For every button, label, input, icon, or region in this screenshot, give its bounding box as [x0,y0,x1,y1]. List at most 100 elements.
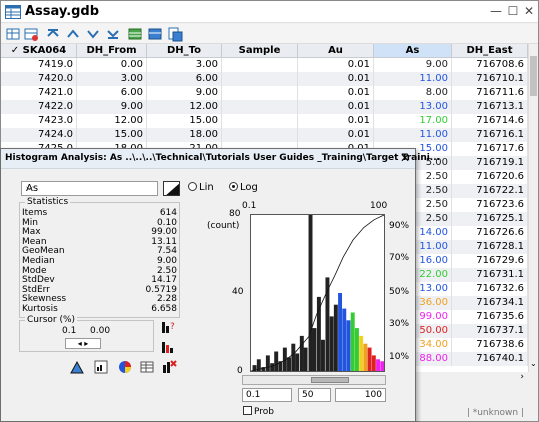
table-cell[interactable]: 6.00 [147,72,222,86]
lin-scale-radio[interactable]: Lin [188,182,214,193]
table-cell[interactable]: 12.00 [147,100,222,114]
channel-select[interactable]: As ⌵ [21,181,158,196]
table-cell[interactable]: 716710.1 [452,72,528,86]
table-cell[interactable]: 716716.1 [452,128,528,142]
column-header-as[interactable]: As [374,44,452,58]
table-row[interactable]: 7422.0 9.00 12.00 0.01 13.00 716713.1 [1,100,528,114]
table-cell[interactable]: 7421.0 [1,86,77,100]
table-cell[interactable] [222,100,298,114]
table-cell[interactable]: 8.00 [374,86,452,100]
export-icon[interactable] [167,26,183,42]
bin-count-input[interactable]: 50 [298,388,331,402]
table-row[interactable]: 7420.0 3.00 6.00 0.01 11.00 716710.1 [1,72,528,86]
cursor-stepper[interactable]: ◂ ▸ [65,338,101,349]
table-row[interactable]: 7419.0 0.00 3.00 0.01 9.00 716708.6 [1,58,528,72]
table-cell[interactable]: 17.00 [374,114,452,128]
table-cell[interactable]: 716734.1 [452,296,528,310]
set-cursor-icon[interactable]: ? [160,319,176,335]
table-cell[interactable]: 12.00 [77,114,147,128]
table-cell[interactable]: 716729.6 [452,254,528,268]
table-cell[interactable]: 716732.6 [452,282,528,296]
table-cell[interactable]: 716737.1 [452,324,528,338]
table-cell[interactable]: 7419.0 [1,58,77,72]
table-cell[interactable]: 0.01 [298,72,374,86]
table-cell[interactable]: 18.00 [147,128,222,142]
table-cell[interactable]: 11.00 [374,72,452,86]
last-record-icon[interactable] [105,26,121,42]
max-value-input[interactable]: 100 [335,388,386,402]
add-line-icon[interactable] [23,26,39,42]
range-slider[interactable] [242,375,386,385]
table-cell[interactable] [222,114,298,128]
table-cell[interactable]: 9.00 [77,100,147,114]
table-cell[interactable]: 7423.0 [1,114,77,128]
table-cell[interactable]: 716723.6 [452,198,528,212]
table-cell[interactable]: 0.01 [298,58,374,72]
stats-table-icon[interactable] [139,359,155,375]
column-header-dh-from[interactable]: DH_From [77,44,147,58]
column-header-au[interactable]: Au [298,44,374,58]
colour-zone-icon[interactable] [69,359,85,375]
table-cell[interactable]: 0.01 [298,128,374,142]
column-header-sample[interactable]: Sample [222,44,298,58]
color-swatch-button[interactable] [163,181,180,196]
clear-histogram-icon[interactable] [161,359,177,375]
table-cell[interactable]: 9.00 [374,58,452,72]
database-properties-icon[interactable] [147,26,163,42]
log-scale-radio[interactable]: Log [229,182,258,193]
table-cell[interactable]: 15.00 [77,128,147,142]
probability-checkbox[interactable]: Prob [243,406,274,417]
channel-list-icon[interactable] [127,26,143,42]
min-value-input[interactable]: 0.1 [242,388,292,402]
table-cell[interactable]: 9.00 [147,86,222,100]
first-record-icon[interactable] [45,26,61,42]
table-cell[interactable] [222,58,298,72]
column-header-dh-to[interactable]: DH_To [147,44,222,58]
table-cell[interactable]: 716711.6 [452,86,528,100]
table-view-icon[interactable] [5,26,21,42]
table-cell[interactable] [222,128,298,142]
table-cell[interactable]: 716720.6 [452,170,528,184]
table-cell[interactable]: 716708.6 [452,58,528,72]
maximize-icon[interactable]: ☐ [505,3,521,19]
table-cell[interactable]: 716740.1 [452,352,528,366]
table-cell[interactable]: 716726.6 [452,226,528,240]
table-cell[interactable] [222,86,298,100]
table-cell[interactable] [222,72,298,86]
cursor-bars-icon[interactable] [160,339,176,355]
minimize-icon[interactable]: — [488,3,504,19]
close-icon[interactable]: ✕ [521,3,537,19]
table-cell[interactable]: 716719.1 [452,156,528,170]
scroll-right-icon[interactable]: › [520,372,524,382]
table-cell[interactable]: 7424.0 [1,128,77,142]
table-cell[interactable]: 716713.1 [452,100,528,114]
vertical-scrollbar[interactable]: ⌄ [528,44,538,372]
table-cell[interactable]: 7422.0 [1,100,77,114]
table-row[interactable]: 7423.0 12.00 15.00 0.01 17.00 716714.6 [1,114,528,128]
table-cell[interactable]: 716731.1 [452,268,528,282]
table-cell[interactable]: 716735.6 [452,310,528,324]
table-cell[interactable]: 0.01 [298,100,374,114]
pie-chart-icon[interactable] [117,359,133,375]
column-header-line[interactable]: ✓ SKA064 [1,44,77,58]
table-cell[interactable]: 7420.0 [1,72,77,86]
table-cell[interactable]: 0.01 [298,114,374,128]
table-cell[interactable]: 13.00 [374,100,452,114]
table-cell[interactable]: 6.00 [77,86,147,100]
dialog-close-button[interactable]: ✕ [400,151,410,165]
scroll-down-icon[interactable]: ⌄ [530,359,537,368]
previous-record-icon[interactable] [65,26,81,42]
table-cell[interactable]: 716717.6 [452,142,528,156]
table-cell[interactable]: 15.00 [147,114,222,128]
table-cell[interactable]: 716714.6 [452,114,528,128]
table-cell[interactable]: 11.00 [374,128,452,142]
histogram-plot[interactable] [250,214,385,372]
horizontal-scrollbar[interactable]: › [413,372,538,384]
table-cell[interactable]: 716722.1 [452,184,528,198]
table-cell[interactable]: 716728.1 [452,240,528,254]
table-cell[interactable]: 716738.6 [452,338,528,352]
table-cell[interactable]: 0.00 [77,58,147,72]
table-cell[interactable]: 716725.1 [452,212,528,226]
scroll-thumb[interactable] [530,56,537,96]
column-header-dh-east[interactable]: DH_East [452,44,528,58]
